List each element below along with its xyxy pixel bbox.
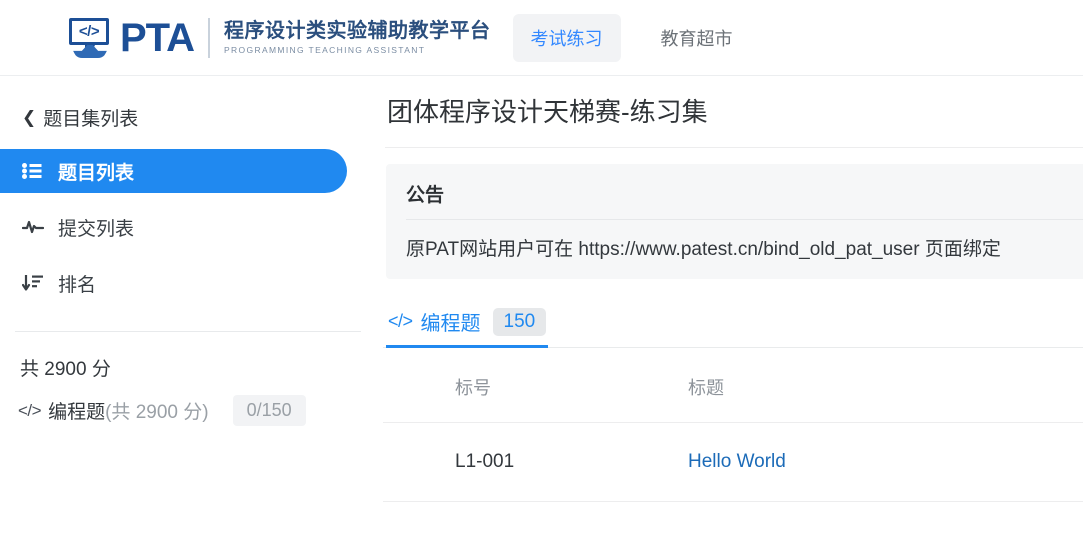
tab-count-badge: 150 [492,307,547,336]
sidebar-item-problem-list[interactable]: 题目列表 [0,149,347,193]
table-header-row: 标号 标题 [383,348,1083,423]
primary-nav: 考试练习 教育超市 [512,14,751,62]
sidebar-score-row: </> 编程题(共 2900 分) 0/150 [0,381,383,426]
title-divider [385,147,1083,148]
tab-bar: </> 编程题 150 [386,303,1083,348]
cell-problem-id: L1-001 [383,422,683,502]
sidebar-progress-badge: 0/150 [232,395,306,426]
page-title: 团体程序设计天梯赛-练习集 [387,97,708,127]
sidebar-item-submission-list[interactable]: 提交列表 [0,205,383,249]
announcement-body: 原PAT网站用户可在 https://www.patest.cn/bind_ol… [406,239,1001,260]
sidebar-item-label: 排名 [58,274,97,296]
problem-table: 标号 标题 L1-001 Hello World [383,348,1083,502]
sort-descending-icon [22,274,48,292]
sidebar-back-to-problem-sets[interactable]: ❮ 题目集列表 [0,98,383,137]
logo-subtitle-cn: 程序设计类实验辅助教学平台 [224,20,491,42]
nav-item-exam-practice[interactable]: 考试练习 [512,14,621,62]
sidebar: ❮ 题目集列表 题目列表 提交列表 排名 共 2900 分 </> 编程题(共 … [0,76,383,560]
page-body: ❮ 题目集列表 题目列表 提交列表 排名 共 2900 分 </> 编程题(共 … [0,76,1083,560]
logo-code-glyph: </> [78,23,100,40]
code-icon: </> [388,311,413,331]
sidebar-back-label: 题目集列表 [43,109,139,130]
logo-divider [208,18,211,58]
table-row[interactable]: L1-001 Hello World [383,422,1083,502]
site-logo[interactable]: </> PTA 程序设计类实验辅助教学平台 PROGRAMMING TEACHI… [68,16,491,60]
site-header: </> PTA 程序设计类实验辅助教学平台 PROGRAMMING TEACHI… [0,0,1083,76]
sidebar-item-label: 提交列表 [58,218,135,240]
column-header-id: 标号 [383,348,683,423]
list-icon [22,163,48,179]
tab-label: 编程题 [420,313,481,335]
logo-subtitle-en: PROGRAMMING TEACHING ASSISTANT [224,45,426,55]
chevron-left-icon: ❮ [22,107,37,127]
sidebar-item-ranking[interactable]: 排名 [0,261,383,305]
column-header-title: 标题 [683,348,1083,423]
nav-item-education-market[interactable]: 教育超市 [643,14,751,62]
tab-programming-problems[interactable]: </> 编程题 150 [386,303,549,348]
activity-icon [22,219,48,235]
code-bubble-icon: </> [68,16,114,60]
code-icon: </> [18,400,42,420]
problem-title-link[interactable]: Hello World [688,451,786,472]
main-content: 团体程序设计天梯赛-练习集 公告 原PAT网站用户可在 https://www.… [383,76,1083,560]
announcement-heading: 公告 [406,185,445,206]
sidebar-item-label: 题目列表 [58,162,135,184]
sidebar-total-score: 共 2900 分 [20,359,111,380]
logo-wordmark: PTA [120,16,195,60]
sidebar-score-type-label: 编程题 [48,402,106,423]
sidebar-score-points: (共 2900 分) [105,402,209,423]
announcement-panel: 公告 原PAT网站用户可在 https://www.patest.cn/bind… [386,164,1083,279]
